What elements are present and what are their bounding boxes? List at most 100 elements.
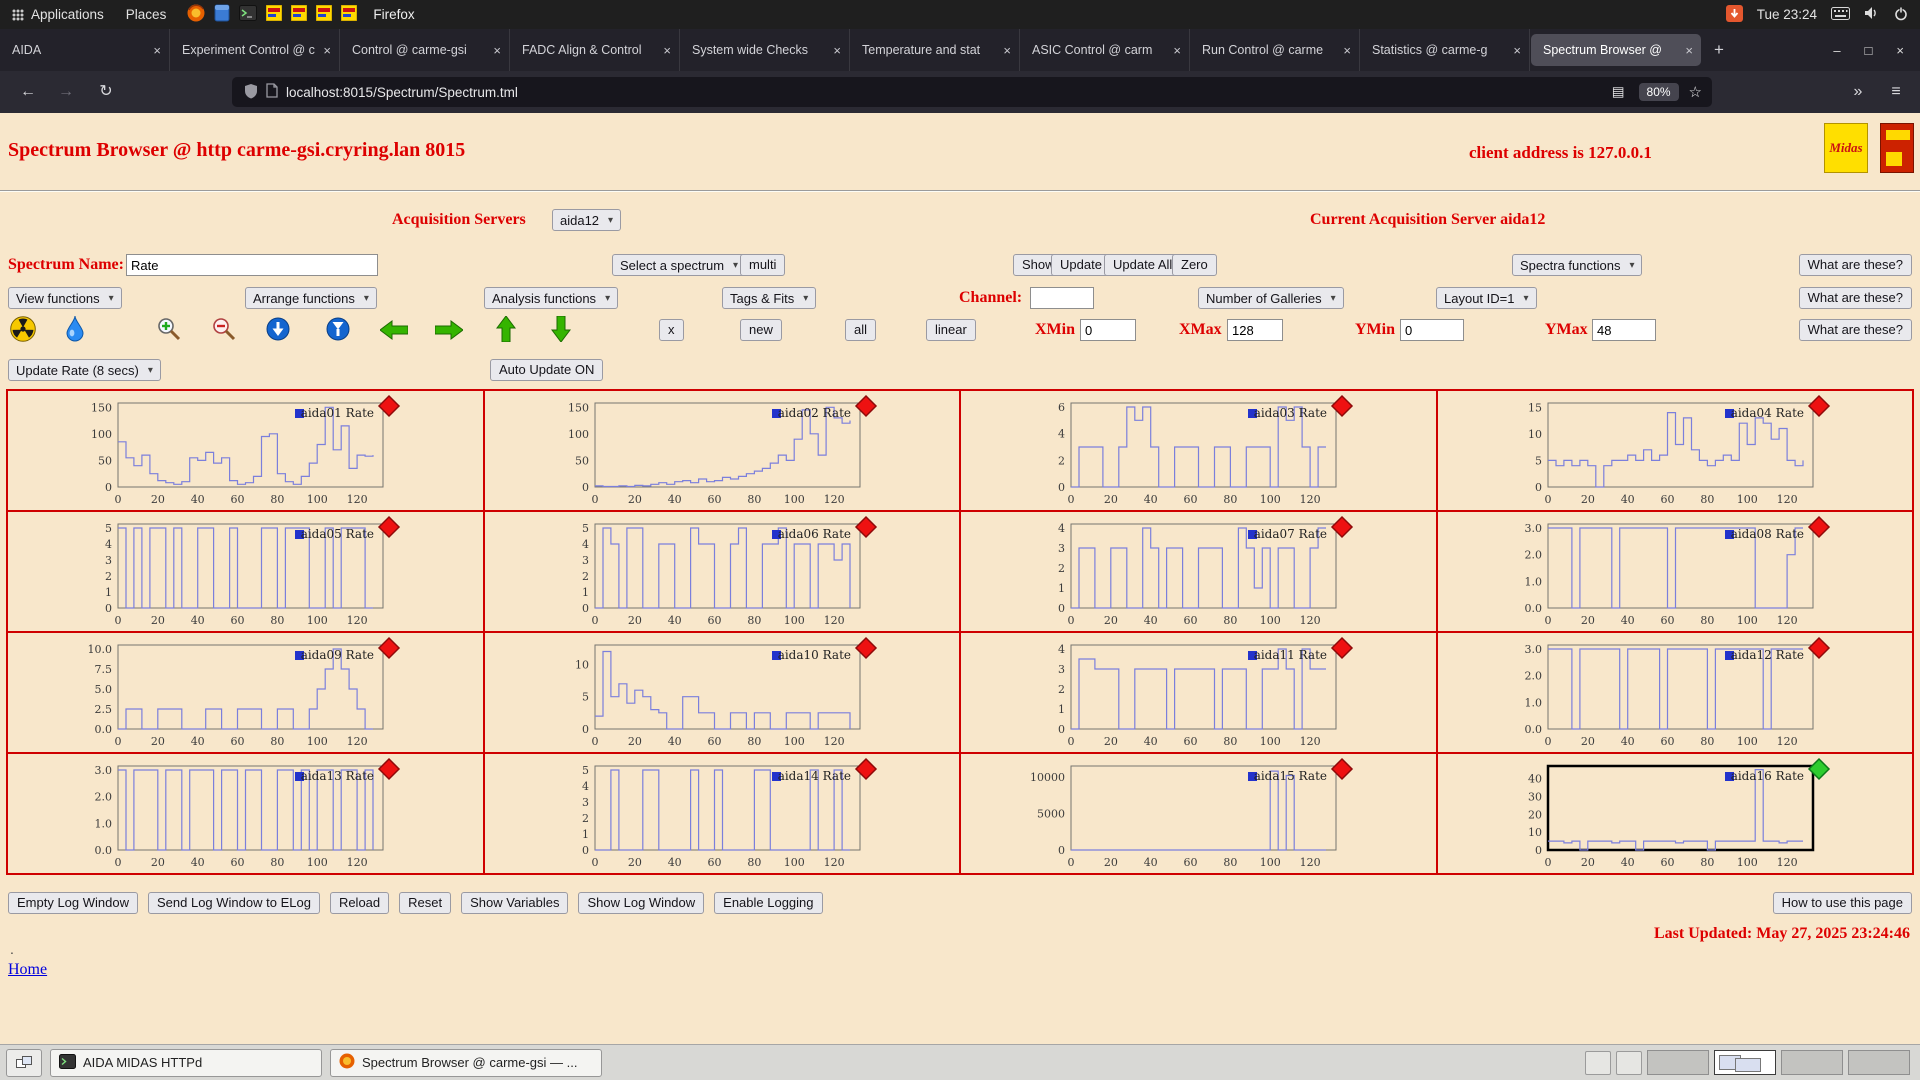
how-to-use-button[interactable]: How to use this page xyxy=(1773,892,1912,914)
update-rate-dropdown[interactable]: Update Rate (8 secs)▾ xyxy=(8,359,161,381)
spectrum-cell-aida01[interactable]: 050100150020406080100120aida01 Rate xyxy=(8,391,485,512)
what-are-these-button-1[interactable]: What are these? xyxy=(1799,254,1912,276)
spectra-functions-dropdown[interactable]: Spectra functions▾ xyxy=(1512,254,1642,276)
spectrum-cell-aida12[interactable]: 0.01.02.03.0020406080100120aida12 Rate xyxy=(1438,633,1915,754)
status-diamond-aida05[interactable] xyxy=(379,517,399,537)
status-diamond-aida08[interactable] xyxy=(1809,517,1829,537)
forward-button[interactable]: → xyxy=(52,79,80,105)
scroll-down-circle-icon[interactable] xyxy=(266,317,290,346)
number-of-galleries-dropdown[interactable]: Number of Galleries▾ xyxy=(1198,287,1344,309)
clock[interactable]: Tue 23:24 xyxy=(1757,7,1817,22)
tab-close-icon[interactable]: × xyxy=(663,43,671,58)
volume-icon[interactable] xyxy=(1864,6,1880,23)
status-diamond-aida09[interactable] xyxy=(379,638,399,658)
status-diamond-aida06[interactable] xyxy=(856,517,876,537)
tab-run-control[interactable]: Run Control @ carme× xyxy=(1190,29,1360,71)
zoom-level-button[interactable]: 80% xyxy=(1639,83,1679,101)
applications-menu[interactable]: Applications xyxy=(0,0,115,29)
green-down-arrow-icon[interactable] xyxy=(551,316,571,347)
channel-input[interactable] xyxy=(1030,287,1094,309)
spectrum-cell-aida15[interactable]: 0500010000020406080100120aida15 Rate xyxy=(961,754,1438,875)
green-left-arrow-icon[interactable] xyxy=(380,320,408,345)
x-button[interactable]: x xyxy=(659,319,684,341)
spectrum-cell-aida06[interactable]: 012345020406080100120aida06 Rate xyxy=(485,512,962,633)
spectrum-cell-aida07[interactable]: 01234020406080100120aida07 Rate xyxy=(961,512,1438,633)
bookmark-star-icon[interactable]: ☆ xyxy=(1689,83,1702,101)
tab-close-icon[interactable]: × xyxy=(1343,43,1351,58)
hamburger-menu-button[interactable]: ≡ xyxy=(1882,79,1910,105)
status-diamond-aida07[interactable] xyxy=(1332,517,1352,537)
select-spectrum-dropdown[interactable]: Select a spectrum▾ xyxy=(612,254,746,276)
ymax-input[interactable] xyxy=(1592,319,1656,341)
tab-close-icon[interactable]: × xyxy=(1003,43,1011,58)
spectrum-cell-aida10[interactable]: 0510020406080100120aida10 Rate xyxy=(485,633,962,754)
tab-statistics[interactable]: Statistics @ carme-g× xyxy=(1360,29,1530,71)
green-up-arrow-icon[interactable] xyxy=(496,316,516,347)
files-launcher-icon[interactable] xyxy=(214,4,230,25)
acquisition-server-select[interactable]: aida12▾ xyxy=(552,209,621,231)
green-right-arrow-icon[interactable] xyxy=(435,320,463,345)
tab-close-icon[interactable]: × xyxy=(493,43,501,58)
window-maximize-button[interactable]: □ xyxy=(1865,43,1873,58)
spectrum-cell-aida05[interactable]: 012345020406080100120aida05 Rate xyxy=(8,512,485,633)
overflow-menu-button[interactable]: » xyxy=(1844,79,1872,105)
terminal-launcher-icon[interactable] xyxy=(239,5,257,24)
tab-aida[interactable]: AIDA× xyxy=(0,29,170,71)
spectrum-cell-aida14[interactable]: 012345020406080100120aida14 Rate xyxy=(485,754,962,875)
tags-fits-dropdown[interactable]: Tags & Fits▾ xyxy=(722,287,816,309)
midas-launcher-icon-3[interactable] xyxy=(316,5,332,24)
all-button[interactable]: all xyxy=(845,319,876,341)
spectrum-cell-aida02[interactable]: 050100150020406080100120aida02 Rate xyxy=(485,391,962,512)
url-bar[interactable]: localhost:8015/Spectrum/Spectrum.tml ▤ 8… xyxy=(232,77,1712,107)
window-minimize-button[interactable]: – xyxy=(1833,43,1840,58)
multi-button[interactable]: multi xyxy=(740,254,785,276)
xmin-input[interactable] xyxy=(1080,319,1136,341)
zero-button[interactable]: Zero xyxy=(1172,254,1217,276)
update-notification-icon[interactable] xyxy=(1726,5,1743,25)
tab-close-icon[interactable]: × xyxy=(153,43,161,58)
tab-spectrum-browser[interactable]: Spectrum Browser @× xyxy=(1531,34,1701,66)
workspace-1[interactable] xyxy=(1647,1050,1709,1075)
tab-close-icon[interactable]: × xyxy=(1173,43,1181,58)
shield-icon[interactable] xyxy=(244,83,258,102)
tab-fadc-align[interactable]: FADC Align & Control× xyxy=(510,29,680,71)
tab-close-icon[interactable]: × xyxy=(833,43,841,58)
show-log-window-button[interactable]: Show Log Window xyxy=(578,892,704,914)
reload-page-button[interactable]: Reload xyxy=(330,892,389,914)
firefox-launcher-icon[interactable] xyxy=(187,4,205,25)
spectrum-cell-aida04[interactable]: 051015020406080100120aida04 Rate xyxy=(1438,391,1915,512)
ymin-input[interactable] xyxy=(1400,319,1464,341)
blue-drop-icon[interactable] xyxy=(64,315,86,347)
empty-log-window-button[interactable]: Empty Log Window xyxy=(8,892,138,914)
layout-id-dropdown[interactable]: Layout ID=1▾ xyxy=(1436,287,1537,309)
status-diamond-aida15[interactable] xyxy=(1332,759,1352,779)
spectrum-cell-aida13[interactable]: 0.01.02.03.0020406080100120aida13 Rate xyxy=(8,754,485,875)
tab-close-icon[interactable]: × xyxy=(1685,43,1693,58)
status-diamond-aida01[interactable] xyxy=(379,396,399,416)
workspace-4[interactable] xyxy=(1848,1050,1910,1075)
tab-asic-control[interactable]: ASIC Control @ carm× xyxy=(1020,29,1190,71)
back-button[interactable]: ← xyxy=(14,79,42,105)
xmax-input[interactable] xyxy=(1227,319,1283,341)
midas-launcher-icon-1[interactable] xyxy=(266,5,282,24)
taskbar-window-terminal[interactable]: AIDA MIDAS HTTPd xyxy=(50,1049,322,1077)
status-diamond-aida14[interactable] xyxy=(856,759,876,779)
what-are-these-button-3[interactable]: What are these? xyxy=(1799,319,1912,341)
tab-experiment-control[interactable]: Experiment Control @ c× xyxy=(170,29,340,71)
status-diamond-aida13[interactable] xyxy=(379,759,399,779)
reset-button[interactable]: Reset xyxy=(399,892,451,914)
radiation-icon[interactable] xyxy=(10,316,36,347)
tab-temperature[interactable]: Temperature and stat× xyxy=(850,29,1020,71)
auto-update-button[interactable]: Auto Update ON xyxy=(490,359,603,381)
linear-button[interactable]: linear xyxy=(926,319,976,341)
update-all-button[interactable]: Update All xyxy=(1104,254,1181,276)
home-link[interactable]: Home xyxy=(8,961,47,979)
new-tab-button[interactable]: + xyxy=(1702,29,1736,71)
status-diamond-aida11[interactable] xyxy=(1332,638,1352,658)
zoom-out-icon[interactable] xyxy=(211,316,237,347)
midas-launcher-icon-2[interactable] xyxy=(291,5,307,24)
status-diamond-aida12[interactable] xyxy=(1809,638,1829,658)
power-icon[interactable] xyxy=(1894,6,1908,24)
view-functions-dropdown[interactable]: View functions▾ xyxy=(8,287,122,309)
spectrum-cell-aida03[interactable]: 0246020406080100120aida03 Rate xyxy=(961,391,1438,512)
